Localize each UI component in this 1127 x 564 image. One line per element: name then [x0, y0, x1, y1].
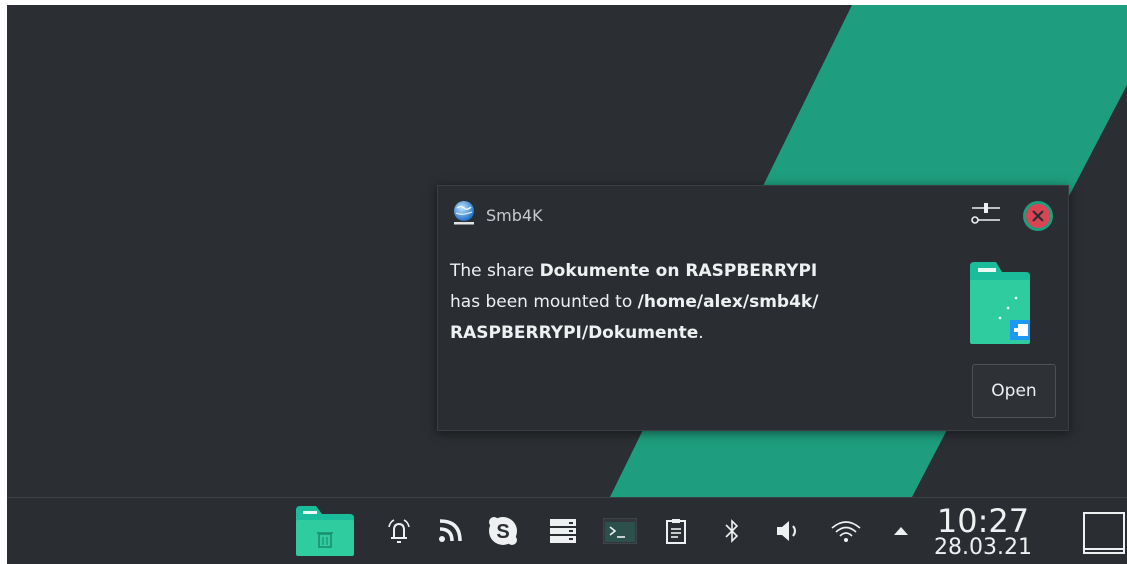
notification-header: Smb4K	[452, 200, 543, 230]
clipboard-icon[interactable]	[659, 498, 693, 564]
server-storage-icon[interactable]	[543, 498, 583, 564]
clock-date: 28.03.21	[934, 535, 1032, 560]
clock-time: 10:27	[936, 502, 1030, 540]
notification-body: The share Dokumente on RASPBERRYPI has b…	[450, 256, 950, 349]
bluetooth-icon[interactable]	[717, 498, 747, 564]
show-desktop-icon	[1083, 512, 1125, 554]
folder-remote-network-icon	[970, 262, 1030, 348]
terminal-icon[interactable]	[599, 498, 641, 564]
show-desktop-button[interactable]	[1083, 512, 1125, 554]
body-text-2: has been mounted to	[450, 292, 638, 312]
taskbar: S 10:27 28.03.21	[7, 497, 1127, 564]
notification-close-button[interactable]	[1022, 200, 1054, 232]
body-text-1: The share	[450, 261, 540, 281]
open-button[interactable]: Open	[972, 364, 1056, 418]
volume-icon[interactable]	[771, 498, 807, 564]
smb4k-globe-icon	[452, 200, 476, 230]
notification-popup: Smb4K The share Dokumente on RASPBERRYPI…	[437, 185, 1069, 431]
expand-arrow-icon[interactable]	[887, 498, 915, 564]
mount-path-1: /home/alex/smb4k/	[637, 292, 819, 312]
settings-sliders-icon	[971, 203, 1000, 224]
share-name: Dokumente on RASPBERRYPI	[539, 261, 818, 281]
skype-icon[interactable]: S	[483, 498, 523, 564]
body-text-end: .	[698, 323, 704, 343]
alarm-bell-icon[interactable]	[381, 498, 417, 564]
mount-path-2: RASPBERRYPI/Dokumente	[450, 323, 699, 343]
digital-clock[interactable]: 10:27 28.03.21	[927, 505, 1039, 559]
notification-settings-button[interactable]	[970, 198, 1002, 230]
close-icon	[1023, 201, 1053, 231]
trash-folder-icon[interactable]	[295, 498, 355, 564]
svg-text:S: S	[496, 521, 509, 543]
wifi-icon[interactable]	[825, 498, 867, 564]
notification-app-name: Smb4K	[486, 205, 543, 225]
rss-feed-icon[interactable]	[433, 498, 467, 564]
